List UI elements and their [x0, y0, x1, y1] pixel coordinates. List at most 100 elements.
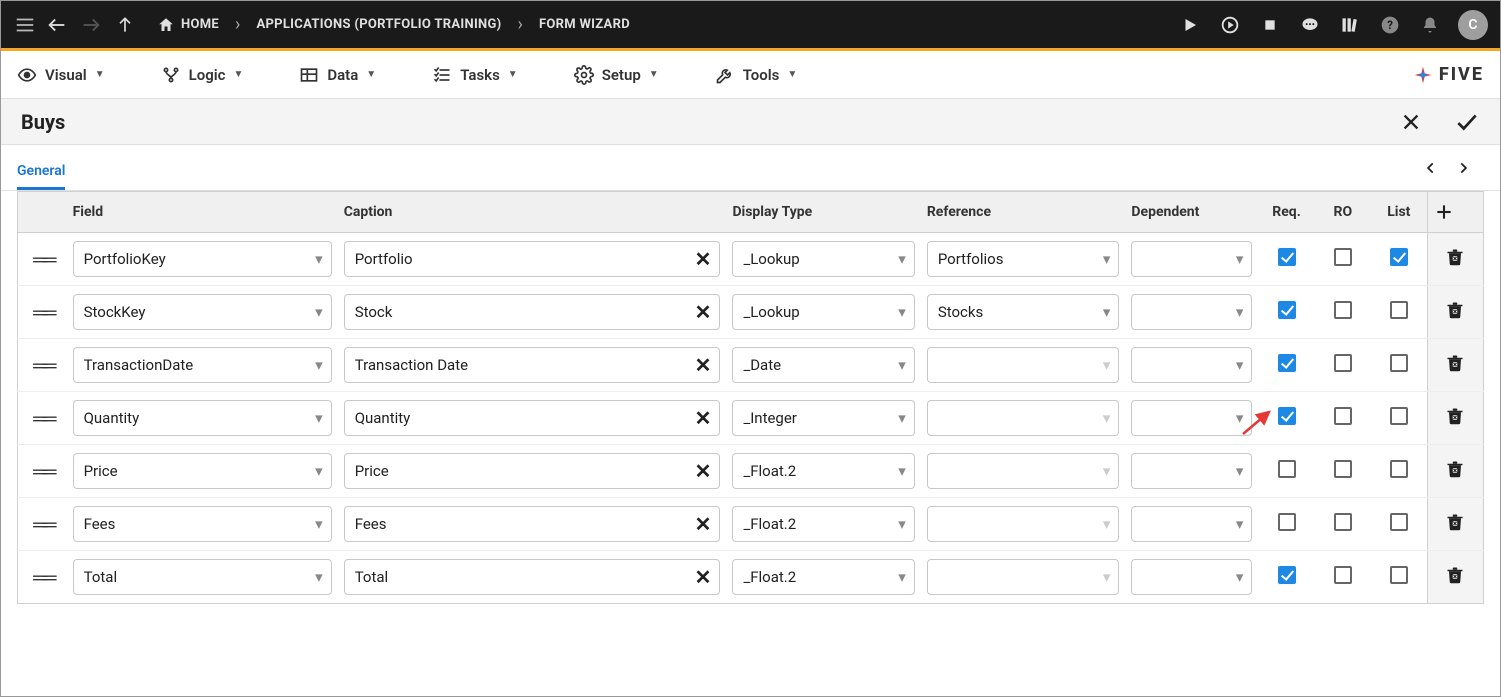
deploy-icon[interactable]	[1218, 13, 1242, 37]
clear-icon[interactable]: ✕	[695, 512, 712, 536]
req-checkbox[interactable]	[1278, 460, 1296, 478]
field-select[interactable]: Fees▾	[73, 506, 332, 542]
page-prev-button[interactable]	[1424, 157, 1438, 179]
req-checkbox[interactable]	[1278, 513, 1296, 531]
list-checkbox[interactable]	[1390, 513, 1408, 531]
menu-logic[interactable]: Logic ▼	[161, 65, 244, 85]
add-row-button[interactable]	[1427, 192, 1483, 233]
drag-handle-icon[interactable]: ══	[33, 565, 51, 589]
list-checkbox[interactable]	[1390, 566, 1408, 584]
library-icon[interactable]	[1338, 13, 1362, 37]
reference-select[interactable]: ▾	[927, 400, 1120, 436]
ro-checkbox[interactable]	[1334, 513, 1352, 531]
menu-tasks[interactable]: Tasks ▼	[432, 65, 518, 85]
delete-row-button[interactable]	[1446, 353, 1464, 373]
delete-row-button[interactable]	[1446, 247, 1464, 267]
caption-input[interactable]: Stock✕	[344, 294, 721, 330]
chat-icon[interactable]	[1298, 13, 1322, 37]
save-button[interactable]	[1454, 109, 1480, 135]
nav-up-icon[interactable]	[111, 11, 139, 39]
req-checkbox[interactable]	[1278, 407, 1296, 425]
avatar[interactable]: C	[1458, 10, 1488, 40]
delete-row-button[interactable]	[1446, 300, 1464, 320]
stop-icon[interactable]	[1258, 13, 1282, 37]
close-button[interactable]	[1398, 109, 1424, 135]
display-type-select[interactable]: _Integer▾	[732, 400, 914, 436]
delete-row-button[interactable]	[1446, 459, 1464, 479]
drag-handle-icon[interactable]: ══	[33, 512, 51, 536]
clear-icon[interactable]: ✕	[695, 406, 712, 430]
drag-handle-icon[interactable]: ══	[33, 247, 51, 271]
field-select[interactable]: PortfolioKey▾	[73, 241, 332, 277]
reference-select[interactable]: Portfolios▾	[927, 241, 1120, 277]
reference-select[interactable]: ▾	[927, 347, 1120, 383]
menu-data[interactable]: Data ▼	[299, 65, 376, 85]
list-checkbox[interactable]	[1390, 354, 1408, 372]
ro-checkbox[interactable]	[1334, 566, 1352, 584]
dependent-select[interactable]: ▾	[1131, 294, 1252, 330]
req-checkbox[interactable]	[1278, 248, 1296, 266]
caption-input[interactable]: Transaction Date✕	[344, 347, 721, 383]
dependent-select[interactable]: ▾	[1131, 453, 1252, 489]
display-type-select[interactable]: _Float.2▾	[732, 506, 914, 542]
display-type-select[interactable]: _Lookup▾	[732, 294, 914, 330]
req-checkbox[interactable]	[1278, 354, 1296, 372]
breadcrumb-formwizard[interactable]: FORM WIZARD	[539, 17, 630, 32]
dependent-select[interactable]: ▾	[1131, 559, 1252, 595]
delete-row-button[interactable]	[1446, 565, 1464, 585]
field-select[interactable]: StockKey▾	[73, 294, 332, 330]
drag-handle-icon[interactable]: ══	[33, 300, 51, 324]
ro-checkbox[interactable]	[1334, 407, 1352, 425]
display-type-select[interactable]: _Date▾	[732, 347, 914, 383]
ro-checkbox[interactable]	[1334, 354, 1352, 372]
menu-visual[interactable]: Visual ▼	[17, 65, 105, 85]
field-select[interactable]: Price▾	[73, 453, 332, 489]
list-checkbox[interactable]	[1390, 460, 1408, 478]
clear-icon[interactable]: ✕	[695, 353, 712, 377]
list-checkbox[interactable]	[1390, 248, 1408, 266]
clear-icon[interactable]: ✕	[695, 300, 712, 324]
ro-checkbox[interactable]	[1334, 460, 1352, 478]
clear-icon[interactable]: ✕	[695, 459, 712, 483]
menu-tools[interactable]: Tools ▼	[715, 65, 798, 85]
req-checkbox[interactable]	[1278, 301, 1296, 319]
dependent-select[interactable]: ▾	[1131, 506, 1252, 542]
help-icon[interactable]: ?	[1378, 13, 1402, 37]
caption-input[interactable]: Total✕	[344, 559, 721, 595]
breadcrumb-applications[interactable]: APPLICATIONS (PORTFOLIO TRAINING)	[256, 17, 501, 32]
reference-select[interactable]: ▾	[927, 453, 1120, 489]
bell-icon[interactable]	[1418, 13, 1442, 37]
list-checkbox[interactable]	[1390, 301, 1408, 319]
field-select[interactable]: Quantity▾	[73, 400, 332, 436]
reference-select[interactable]: ▾	[927, 506, 1120, 542]
list-checkbox[interactable]	[1390, 407, 1408, 425]
breadcrumb-home[interactable]: HOME	[157, 16, 219, 34]
delete-row-button[interactable]	[1446, 406, 1464, 426]
drag-handle-icon[interactable]: ══	[33, 353, 51, 377]
drag-handle-icon[interactable]: ══	[33, 406, 51, 430]
caption-input[interactable]: Portfolio✕	[344, 241, 721, 277]
menu-setup[interactable]: Setup ▼	[574, 65, 659, 85]
drag-handle-icon[interactable]: ══	[33, 459, 51, 483]
reference-select[interactable]: Stocks▾	[927, 294, 1120, 330]
display-type-select[interactable]: _Float.2▾	[732, 453, 914, 489]
page-next-button[interactable]	[1456, 157, 1470, 179]
req-checkbox[interactable]	[1278, 566, 1296, 584]
tab-general[interactable]: General	[17, 155, 65, 190]
ro-checkbox[interactable]	[1334, 248, 1352, 266]
nav-back-icon[interactable]	[43, 11, 71, 39]
menu-icon[interactable]	[13, 13, 37, 37]
dependent-select[interactable]: ▾	[1131, 400, 1252, 436]
caption-input[interactable]: Fees✕	[344, 506, 721, 542]
field-select[interactable]: TransactionDate▾	[73, 347, 332, 383]
clear-icon[interactable]: ✕	[695, 565, 712, 589]
caption-input[interactable]: Price✕	[344, 453, 721, 489]
clear-icon[interactable]: ✕	[695, 247, 712, 271]
dependent-select[interactable]: ▾	[1131, 241, 1252, 277]
delete-row-button[interactable]	[1446, 512, 1464, 532]
ro-checkbox[interactable]	[1334, 301, 1352, 319]
field-select[interactable]: Total▾	[73, 559, 332, 595]
caption-input[interactable]: Quantity✕	[344, 400, 721, 436]
play-icon[interactable]	[1178, 13, 1202, 37]
display-type-select[interactable]: _Float.2▾	[732, 559, 914, 595]
